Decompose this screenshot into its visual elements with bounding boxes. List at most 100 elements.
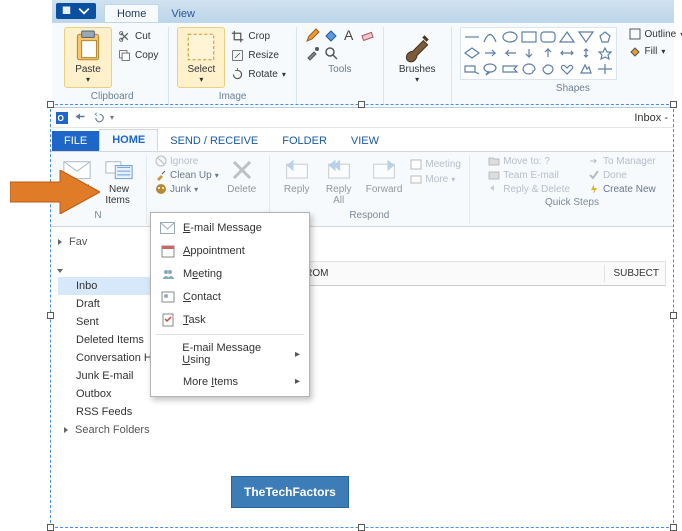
folder-rss[interactable]: RSS Feeds	[58, 403, 216, 421]
outlook-ribbon: Email New Items N Ignore Clean Up ▾ Junk…	[50, 152, 674, 227]
pencil-icon[interactable]	[305, 27, 321, 43]
ol-tab-file[interactable]: FILE	[52, 131, 99, 151]
reply-all-button[interactable]: Reply All	[320, 155, 358, 208]
brushes-button[interactable]: Brushes ▾	[392, 27, 443, 88]
new-items-menu: E-mail Message Appointment Meeting Conta…	[150, 212, 310, 397]
magnify-icon[interactable]	[323, 45, 339, 61]
crop-button[interactable]: Crop	[229, 29, 287, 44]
paint-tabs: Home View	[100, 0, 211, 22]
qs-replydel[interactable]: Reply & Delete	[488, 183, 570, 195]
paint-group-image: Select ▾ Crop Resize Rotate ▾ Image	[169, 27, 296, 105]
mi-email-using[interactable]: E-mail Message Using▸	[154, 338, 306, 370]
people-icon	[161, 267, 175, 281]
shapes-gallery[interactable]	[460, 27, 617, 80]
qs-tomanager[interactable]: To Manager	[588, 155, 656, 167]
ol-tab-home[interactable]: HOME	[99, 129, 158, 151]
new-items-button[interactable]: New Items	[100, 155, 138, 208]
paste-button[interactable]: Paste ▾	[64, 27, 112, 88]
ol-tab-view[interactable]: VIEW	[339, 131, 391, 151]
mi-more-items[interactable]: More Items▸	[154, 370, 306, 393]
fill-button[interactable]: Fill ▾	[627, 44, 682, 58]
ol-tab-folder[interactable]: FOLDER	[270, 131, 339, 151]
window-title: Inbox -	[634, 112, 668, 124]
paint-tab-view[interactable]: View	[159, 5, 207, 22]
bucket-icon	[629, 45, 641, 57]
cut-button[interactable]: Cut	[116, 29, 160, 44]
chevron-right-icon: ▸	[295, 376, 300, 387]
paint-ribbon: Paste ▾ Cut Copy Clipboard Select ▾ Cro	[52, 22, 674, 107]
tool-grid: A	[305, 27, 375, 61]
mi-contact[interactable]: Contact	[154, 285, 306, 308]
ol-group-quicksteps: Move to: ? To Manager Team E-mail Done R…	[470, 155, 674, 224]
forward-icon	[369, 155, 399, 185]
crop-icon	[231, 30, 244, 43]
col-subject[interactable]: SUBJECT	[605, 265, 665, 282]
paint-group-clipboard: Paste ▾ Cut Copy Clipboard	[56, 27, 169, 105]
scissors-icon	[118, 30, 131, 43]
annotation-arrow	[10, 170, 100, 214]
outlook-body: Fav Inbo Draft Sent Deleted Items Conver…	[50, 227, 674, 445]
broom-icon	[155, 169, 167, 181]
mi-email[interactable]: E-mail Message	[154, 216, 306, 239]
file-menu-icon	[62, 5, 74, 17]
delete-button[interactable]: Delete	[223, 155, 261, 197]
paste-label: Paste	[75, 64, 101, 75]
chevron-right-icon: ▸	[295, 349, 300, 360]
paint-group-shapes: Outline ▾ Fill ▾ Shapes	[452, 27, 682, 105]
mi-meeting[interactable]: Meeting	[154, 262, 306, 285]
team-icon	[488, 169, 500, 181]
tomanager-icon	[588, 155, 600, 167]
folder-search[interactable]: Search Folders	[58, 421, 216, 439]
qat-dropdown-icon[interactable]: ▾	[110, 113, 114, 122]
clipboard-group-label: Clipboard	[91, 91, 134, 102]
qs-team[interactable]: Team E-mail	[488, 169, 570, 181]
contact-icon	[161, 290, 175, 304]
meeting-icon	[410, 158, 422, 170]
svg-text:O: O	[58, 114, 65, 123]
junk-icon	[155, 183, 167, 195]
qs-createnew[interactable]: Create New	[588, 183, 656, 195]
outline-icon	[629, 28, 641, 40]
reply-button[interactable]: Reply	[278, 155, 316, 197]
copy-button[interactable]: Copy	[116, 48, 160, 63]
replydel-icon	[488, 183, 500, 195]
reply-icon	[282, 155, 312, 185]
folder-move-icon	[488, 155, 500, 167]
resize-button[interactable]: Resize	[229, 48, 287, 63]
col-from[interactable]: FROM	[293, 265, 605, 282]
eraser-icon[interactable]	[359, 27, 375, 43]
cleanup-button[interactable]: Clean Up ▾	[155, 169, 219, 181]
qs-moveto[interactable]: Move to: ?	[488, 155, 570, 167]
ol-tab-send[interactable]: SEND / RECEIVE	[158, 131, 270, 151]
rotate-icon	[231, 68, 244, 81]
rotate-button[interactable]: Rotate ▾	[229, 67, 287, 82]
brush-icon	[400, 30, 434, 64]
mi-task[interactable]: Task	[154, 308, 306, 331]
paint-qat[interactable]	[56, 3, 96, 19]
qat-sendreceive-icon[interactable]	[74, 112, 86, 124]
fill-icon[interactable]	[323, 27, 339, 43]
task-icon	[161, 313, 175, 327]
paint-titlebar: Home View	[52, 0, 674, 22]
junk-button[interactable]: Junk ▾	[155, 183, 219, 195]
ignore-button[interactable]: Ignore	[155, 155, 219, 167]
paint-tab-home[interactable]: Home	[104, 4, 159, 22]
picker-icon[interactable]	[305, 45, 321, 61]
check-icon	[588, 169, 600, 181]
svg-text:A: A	[344, 27, 354, 43]
meeting-button[interactable]: Meeting	[410, 158, 461, 170]
text-icon[interactable]: A	[341, 27, 357, 43]
envelope-small-icon	[160, 222, 175, 234]
select-button[interactable]: Select ▾	[177, 27, 225, 88]
outlook-icon: O	[56, 112, 68, 124]
copy-icon	[118, 49, 131, 62]
more-button[interactable]: More ▾	[410, 173, 461, 185]
outline-button[interactable]: Outline ▾	[627, 27, 682, 41]
forward-button[interactable]: Forward	[362, 155, 407, 197]
qs-done[interactable]: Done	[588, 169, 656, 181]
resize-icon	[231, 49, 244, 62]
mi-appointment[interactable]: Appointment	[154, 239, 306, 262]
qat-undo-icon[interactable]	[92, 112, 104, 124]
new-items-icon	[104, 158, 134, 182]
outlook-tabs: FILE HOME SEND / RECEIVE FOLDER VIEW	[50, 128, 674, 152]
